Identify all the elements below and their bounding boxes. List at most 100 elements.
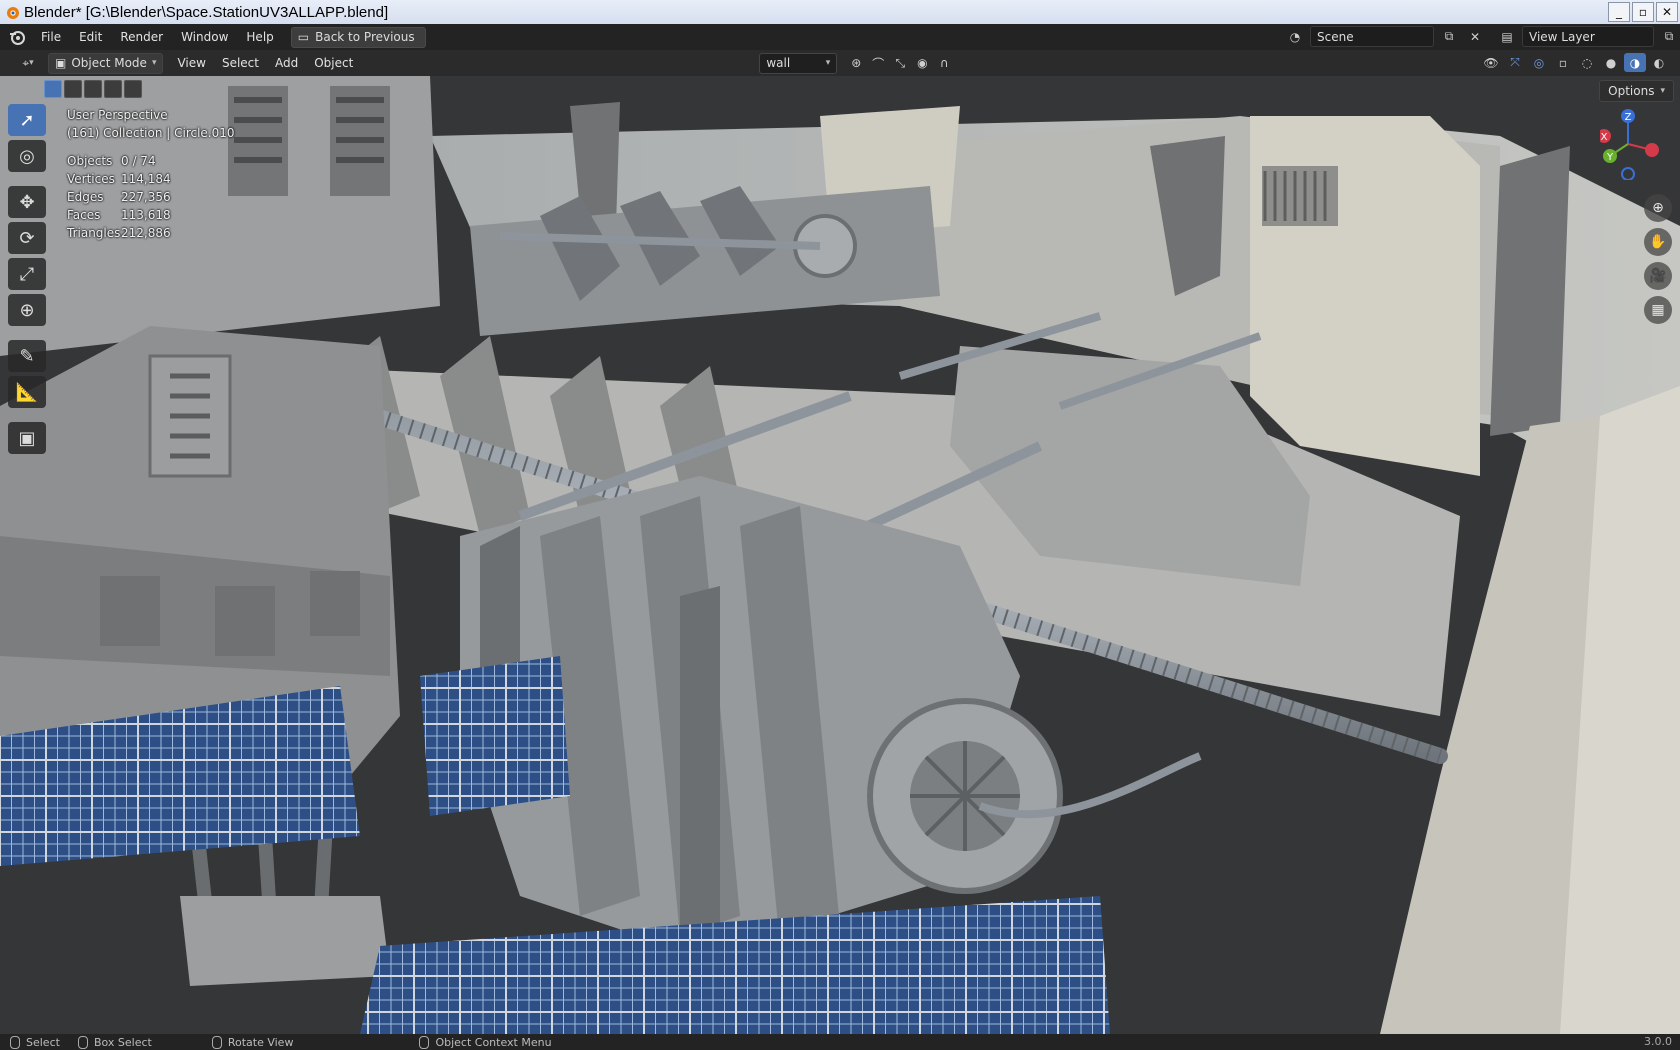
camera-view-icon[interactable]: 🎥	[1644, 262, 1672, 290]
tool-shelf: ➚ ◎ ✥ ⟳ ⤢ ⊕ ✎ 📐 ▣	[8, 104, 48, 454]
select-intersect-icon[interactable]	[124, 80, 142, 98]
blender-menu-icon[interactable]	[8, 28, 26, 46]
cursor-icon[interactable]: ◎	[8, 140, 46, 172]
scene-statistics: Objects 0 / 74 Vertices 114,184 Edges 227,3…	[67, 152, 235, 242]
proportional-edit-icon[interactable]: ◉	[911, 54, 933, 73]
rendered-shading-icon[interactable]: ◐	[1648, 53, 1670, 72]
menu-window[interactable]: Window	[172, 30, 237, 44]
transform-orientation-dropdown[interactable]: wall ▾	[759, 52, 838, 74]
blender-version: 3.0.0	[1644, 1035, 1672, 1048]
select-new-icon[interactable]	[44, 80, 62, 98]
menu-add[interactable]: Add	[267, 56, 306, 70]
menu-file[interactable]: File	[32, 30, 70, 44]
mode-dropdown[interactable]: ▣ Object Mode ▾	[48, 52, 164, 74]
gizmo-z-label: Z	[1625, 112, 1632, 123]
selection-mode-group	[44, 80, 142, 98]
object-mode-icon: ▣	[55, 56, 67, 70]
window-titlebar: Blender* [G:\Blender\Space.StationUV3ALL…	[0, 0, 1680, 25]
pivot-point-icon[interactable]: ⊛	[845, 54, 867, 73]
mouse-right-icon	[419, 1035, 430, 1049]
annotate-icon[interactable]: ✎	[8, 340, 46, 372]
navigation-gizmo[interactable]: Z X Y	[1600, 106, 1668, 180]
menu-view[interactable]: View	[169, 56, 213, 70]
viewport-shading-group: 👁 ⤧ ◎ ▫ ◌ ● ◑ ◐	[1480, 53, 1670, 72]
visibility-icon[interactable]: 👁	[1480, 53, 1502, 72]
gizmo-toggle-icon[interactable]: ⤧	[1504, 53, 1526, 72]
minimize-button[interactable]: _	[1608, 2, 1630, 22]
pan-hand-icon[interactable]: ✋	[1644, 228, 1672, 256]
new-scene-icon[interactable]: ⧉	[1438, 27, 1460, 46]
move-icon[interactable]: ✥	[8, 186, 46, 218]
stat-row: Faces 113,618	[67, 208, 171, 222]
viewport-overlay-info: User Perspective (161) Collection | Circ…	[67, 106, 235, 242]
chevron-down-icon: ▾	[151, 58, 157, 68]
gizmo-x-label: X	[1601, 132, 1608, 143]
3d-viewport[interactable]: ➚ ◎ ✥ ⟳ ⤢ ⊕ ✎ 📐 ▣ User Perspective (161)…	[0, 76, 1680, 1034]
viewport-navigation-buttons: ⊕ ✋ 🎥 ▦	[1644, 194, 1672, 324]
view-perspective-label: User Perspective	[67, 108, 168, 122]
zoom-icon[interactable]: ⊕	[1644, 194, 1672, 222]
maximize-button[interactable]: ▫	[1632, 2, 1654, 22]
wireframe-shading-icon[interactable]: ◌	[1576, 53, 1598, 72]
perspective-grid-icon[interactable]: ▦	[1644, 296, 1672, 324]
material-shading-icon[interactable]: ◑	[1624, 53, 1646, 72]
status-box-select: Box Select	[77, 1035, 152, 1049]
gizmo-y-label: Y	[1606, 152, 1614, 163]
scale-icon[interactable]: ⤢	[8, 258, 46, 290]
status-context-menu: Object Context Menu	[419, 1035, 552, 1049]
status-bar: Select Box Select Rotate View Object Con…	[0, 1034, 1680, 1050]
view-layer-name: View Layer	[1529, 29, 1595, 44]
xray-toggle-icon[interactable]: ▫	[1552, 53, 1574, 72]
chevron-down-icon: ▾	[825, 58, 831, 68]
measure-icon[interactable]: 📐	[8, 376, 46, 408]
mouse-drag-icon	[77, 1035, 88, 1049]
back-screen-icon: ▭	[297, 30, 310, 44]
scene-field[interactable]: Scene	[1310, 26, 1434, 47]
space-station-scene	[0, 76, 1680, 1034]
options-label: Options	[1608, 84, 1655, 98]
view-layer-icon[interactable]: ▤	[1496, 27, 1518, 46]
active-collection-label: (161) Collection | Circle.010	[67, 126, 235, 140]
menu-edit[interactable]: Edit	[70, 30, 111, 44]
window-title: Blender* [G:\Blender\Space.StationUV3ALL…	[24, 3, 389, 21]
mode-label: Object Mode	[71, 56, 147, 70]
menu-select[interactable]: Select	[214, 56, 267, 70]
back-to-previous-label: Back to Previous	[315, 30, 415, 44]
solid-shading-icon[interactable]: ●	[1600, 53, 1622, 72]
viewport-header: ⌖ ▾ ▣ Object Mode ▾ View Select Add Objec…	[0, 50, 1680, 76]
stat-row: Objects 0 / 74	[67, 154, 156, 168]
menu-render[interactable]: Render	[111, 30, 172, 44]
orientation-label: wall	[766, 56, 791, 70]
falloff-icon[interactable]: ∩	[933, 54, 955, 73]
snap-target-icon[interactable]: ⤡	[889, 54, 911, 73]
stat-row: Triangles 212,886	[67, 226, 171, 240]
status-select: Select	[10, 1035, 60, 1049]
mouse-left-icon	[10, 1035, 20, 1049]
transform-icon[interactable]: ⊕	[8, 294, 46, 326]
stat-row: Edges 227,356	[67, 190, 171, 204]
blender-app-icon	[7, 7, 19, 19]
status-rotate-view: Rotate View	[211, 1035, 293, 1049]
view-layer-field[interactable]: View Layer	[1522, 26, 1654, 47]
select-invert-icon[interactable]	[104, 80, 122, 98]
top-menubar: File Edit Render Window Help ▭ Back to P…	[0, 24, 1680, 50]
mouse-middle-icon	[211, 1035, 222, 1049]
close-button[interactable]: ✕	[1656, 2, 1678, 22]
add-cube-icon[interactable]: ▣	[8, 422, 46, 454]
select-subtract-icon[interactable]	[84, 80, 102, 98]
rotate-icon[interactable]: ⟳	[8, 222, 46, 254]
select-box-icon[interactable]: ➚	[8, 104, 46, 136]
overlay-toggle-icon[interactable]: ◎	[1528, 53, 1550, 72]
z-axis-neg-icon	[1621, 167, 1635, 180]
select-extend-icon[interactable]	[64, 80, 82, 98]
stat-row: Vertices 114,184	[67, 172, 171, 186]
editor-type-icon[interactable]: ⌖ ▾	[14, 54, 42, 73]
menu-object[interactable]: Object	[306, 56, 361, 70]
new-view-layer-icon[interactable]: ⧉	[1658, 27, 1680, 46]
menu-help[interactable]: Help	[237, 30, 282, 44]
snap-toggle-icon[interactable]: ⌒	[867, 54, 889, 73]
scene-icon[interactable]: ◔	[1284, 27, 1306, 46]
remove-scene-icon[interactable]: ✕	[1464, 27, 1486, 46]
back-to-previous-button[interactable]: ▭ Back to Previous	[290, 26, 426, 48]
options-dropdown[interactable]: Options ▾	[1599, 80, 1674, 102]
